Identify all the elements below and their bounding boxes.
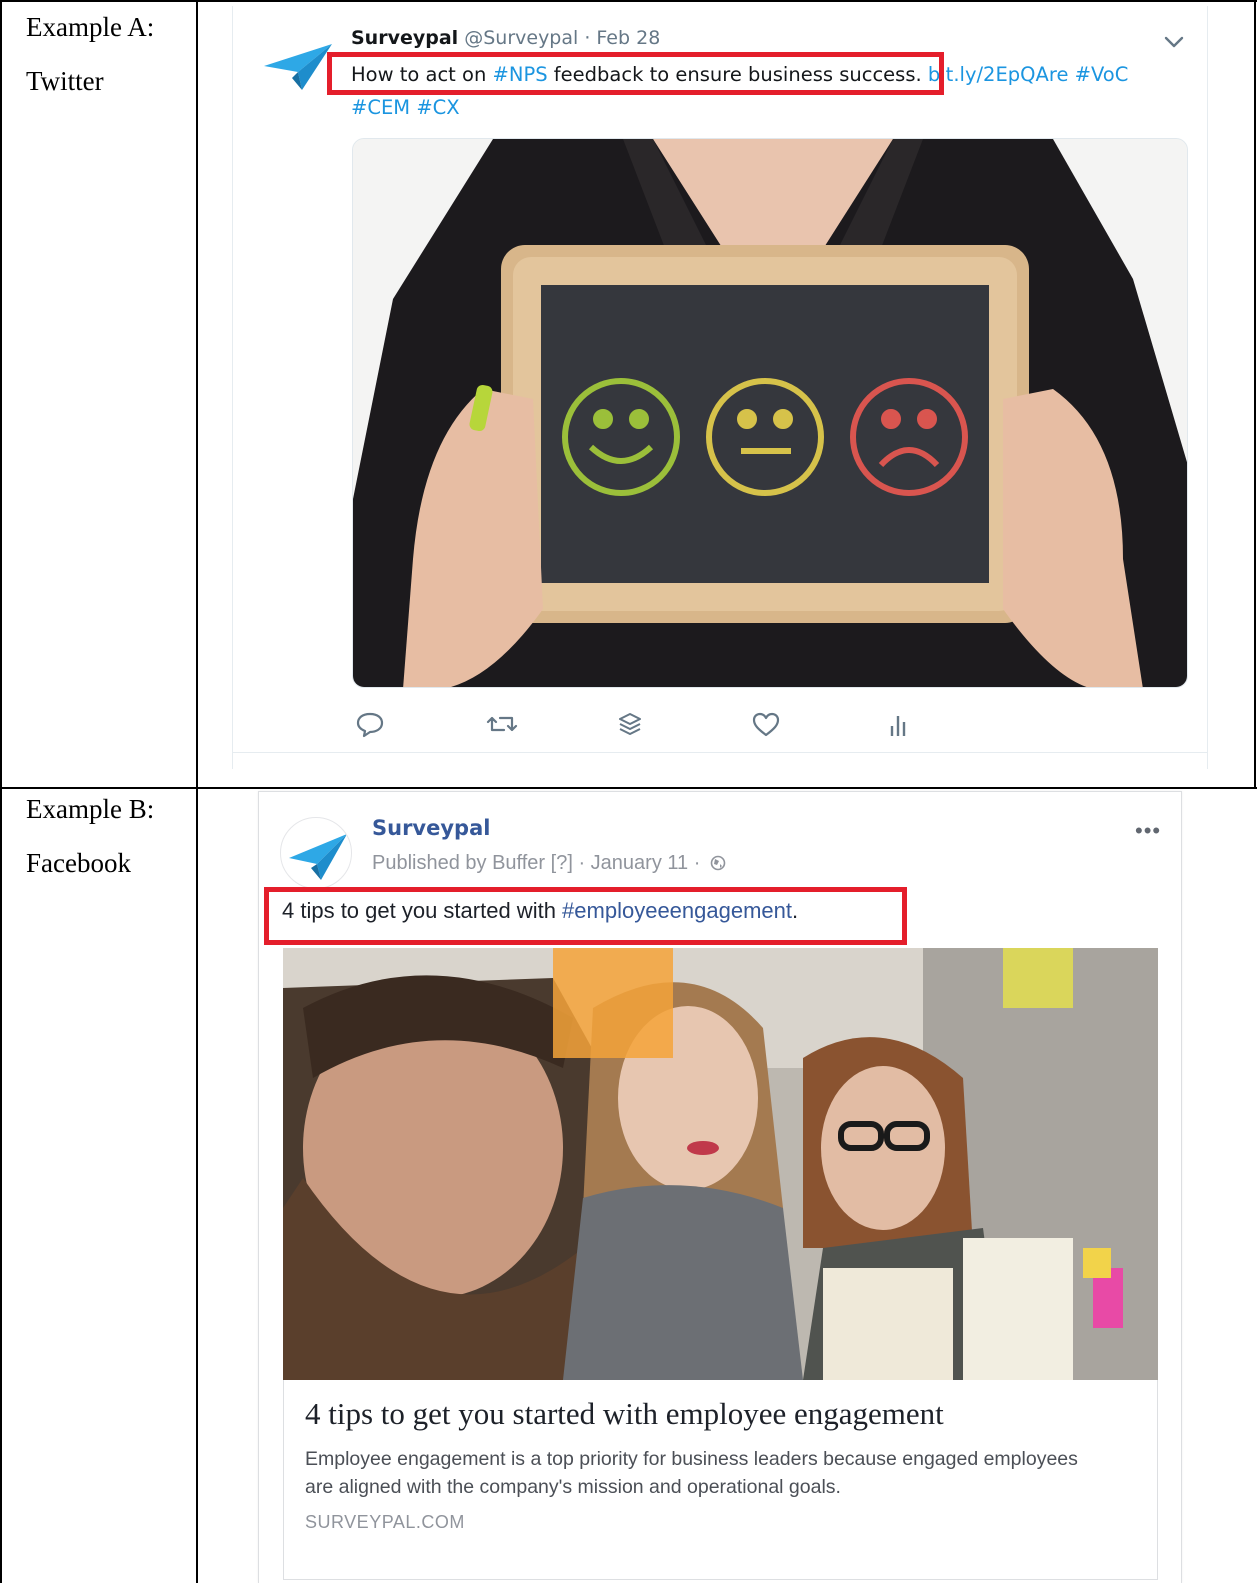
globe-icon[interactable]: [710, 855, 726, 871]
tweet-separator: ·: [578, 27, 597, 49]
tweet-url-link[interactable]: bit.ly/2EpQAre: [928, 63, 1069, 86]
page-name-link[interactable]: Surveypal: [372, 816, 490, 840]
more-options-icon[interactable]: •••: [1135, 818, 1161, 844]
tweet-date[interactable]: Feb 28: [596, 27, 660, 49]
link-preview-image[interactable]: [283, 948, 1158, 1380]
link-preview-title[interactable]: 4 tips to get you started with employee …: [305, 1396, 944, 1432]
tweet-author-name[interactable]: Surveypal: [351, 27, 458, 49]
hashtag-cem-link[interactable]: #CEM: [351, 96, 410, 119]
row-label-line2: Facebook: [26, 848, 131, 878]
tweet-header: Surveypal @Surveypal · Feb 28: [351, 27, 660, 49]
tweet-image[interactable]: [352, 138, 1188, 688]
post-date-link[interactable]: January 11: [591, 852, 688, 874]
table-border-right: [1254, 0, 1256, 788]
link-preview-description: Employee engagement is a top priority fo…: [305, 1448, 1078, 1498]
meta-dot: ·: [688, 852, 706, 874]
row-label-twitter: Example A: Twitter: [26, 0, 154, 108]
post-highlight-box: [264, 887, 907, 945]
link-preview-domain: SURVEYPAL.COM: [305, 1512, 465, 1532]
analytics-icon[interactable]: [884, 708, 916, 740]
retweet-icon[interactable]: [486, 708, 518, 740]
table-border-top: [0, 0, 1257, 2]
row-label-line1: Example B:: [26, 794, 155, 824]
chalkboard-smileys-image: [353, 139, 1187, 687]
table-column-divider: [196, 0, 198, 1583]
team-photo-image: [283, 948, 1158, 1380]
like-icon[interactable]: [750, 708, 782, 740]
stack-icon[interactable]: [614, 708, 646, 740]
published-by-link[interactable]: Published by Buffer: [372, 852, 545, 874]
table-row-divider: [0, 787, 1257, 789]
post-meta: Published by Buffer [?] · January 11 ·: [372, 852, 726, 875]
surveypal-logo-icon: [289, 834, 347, 880]
tweet-card-divider: [232, 752, 1208, 753]
help-marker[interactable]: [?]: [551, 852, 573, 874]
tweet-author-handle[interactable]: @Surveypal: [464, 27, 578, 49]
surveypal-logo-icon[interactable]: [262, 42, 334, 92]
hashtag-cx-link[interactable]: #CX: [416, 96, 459, 119]
table-border-left: [0, 0, 2, 1583]
row-label-line2: Twitter: [26, 66, 104, 96]
page-avatar[interactable]: [280, 817, 352, 889]
meta-dot: ·: [572, 852, 591, 874]
row-label-facebook: Example B: Facebook: [26, 782, 154, 890]
row-label-line1: Example A:: [26, 12, 155, 42]
hashtag-voc-link[interactable]: #VoC: [1075, 63, 1129, 86]
chevron-down-icon[interactable]: [1160, 28, 1188, 56]
reply-icon[interactable]: [354, 708, 386, 740]
tweet-highlight-box: [327, 52, 944, 95]
